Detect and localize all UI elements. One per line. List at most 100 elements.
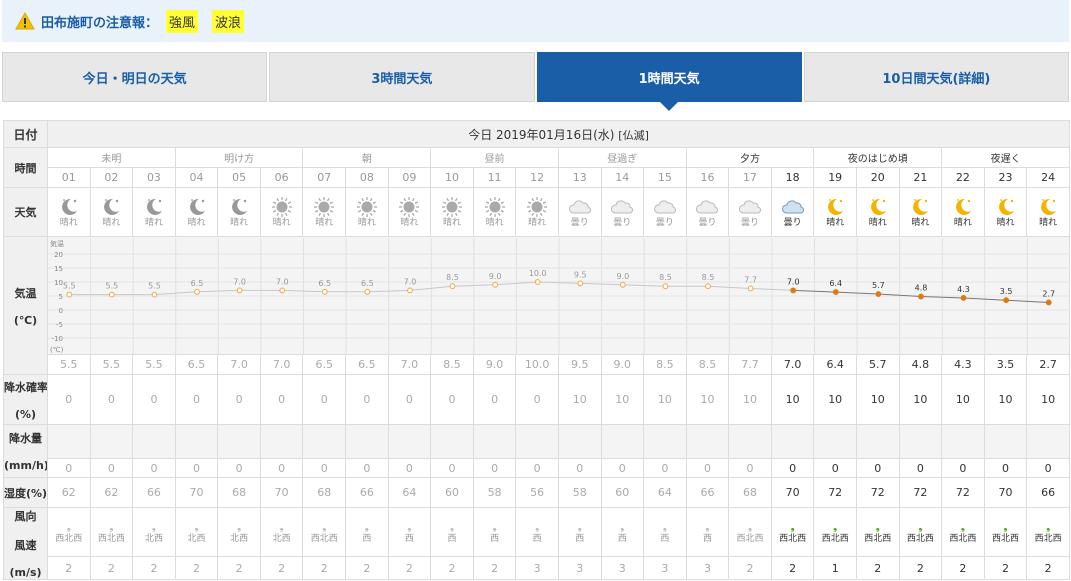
temperature-unit-label: (℃) xyxy=(13,313,38,327)
temperature-data-label: 6.4 xyxy=(829,279,842,288)
wind-cell: ❟ 北西 xyxy=(132,506,176,558)
temperature-value: 3.5 xyxy=(983,354,1028,375)
period-row: 時間 未明 明け方朝昼前 昼過ぎ 夕方 夜のはじめ頃 夜遅く xyxy=(3,147,1071,188)
hour-cell: 05 xyxy=(217,167,261,188)
wind-dir-text: 西 xyxy=(575,533,585,544)
hour-cell: 09 xyxy=(387,167,432,188)
hour-cell: 08 xyxy=(345,167,389,188)
temperature-value: 9.0 xyxy=(600,354,645,375)
wind-speed-value: 2 xyxy=(132,556,176,580)
wind-dir-text: 北西 xyxy=(187,533,206,544)
temperature-value: 9.0 xyxy=(472,354,517,375)
temperature-data-label: 5.5 xyxy=(63,281,76,290)
wind-speed-value: 1 xyxy=(813,556,857,580)
temperature-point xyxy=(875,290,882,297)
precip-value: 0 xyxy=(217,458,261,478)
hour-cell: 17 xyxy=(728,167,772,188)
temperature-point xyxy=(1003,296,1010,303)
pop-value: 0 xyxy=(132,374,176,425)
weather-cell: 曇り xyxy=(557,187,602,237)
humidity-value: 72 xyxy=(941,477,985,508)
temperature-data-label: 7.7 xyxy=(744,275,757,284)
wind-speed-value: 3 xyxy=(557,556,602,580)
y-tick-label: -10 xyxy=(52,335,63,343)
hourly-forecast-table: 日付 今日 2019年01月16日(水) [仏滅] 時間 未明 明け方朝昼前 昼過ぎ… xyxy=(3,120,1071,580)
moon-icon xyxy=(870,198,886,215)
rokuyo-text: [仏滅] xyxy=(618,128,649,142)
temperature-point xyxy=(960,294,967,301)
alert-badge-strong-wind[interactable]: 強風 xyxy=(166,9,199,33)
humidity-value: 70 xyxy=(770,477,815,508)
wind-dir-text: 西 xyxy=(702,533,712,544)
sun-icon xyxy=(441,196,462,217)
hour-cell: 03 xyxy=(132,167,176,188)
pop-value: 10 xyxy=(685,374,730,425)
sun-icon xyxy=(356,196,377,217)
weather-cell: 晴れ xyxy=(515,187,559,237)
pop-value: 0 xyxy=(217,374,261,425)
temperature-value: 5.5 xyxy=(132,354,176,375)
wind-cell: ❟ 北西 xyxy=(217,506,261,558)
wind-label: 風向 風速 (m/s) xyxy=(3,507,48,580)
wind-cell: ❟ 北西 xyxy=(259,506,304,558)
wind-cell: ❟ 西北西 xyxy=(1026,506,1071,558)
humidity-value: 64 xyxy=(387,477,432,508)
y-axis-label: 気温 xyxy=(50,239,64,248)
sun-icon xyxy=(484,196,505,217)
precip-value: 0 xyxy=(47,458,91,478)
wind-cell: ❟ 西北西 xyxy=(728,506,772,558)
precip-bar-cell xyxy=(1026,424,1071,459)
precip-value: 0 xyxy=(89,458,134,478)
hour-cell: 21 xyxy=(898,167,943,188)
period-cell: 朝 xyxy=(302,147,432,168)
temperature-data-label: 8.5 xyxy=(446,273,459,282)
alert-badge-waves[interactable]: 波浪 xyxy=(212,9,245,33)
humidity-value: 70 xyxy=(174,477,219,508)
wind-cell: ❟ 西北西 xyxy=(47,506,91,558)
hour-cell: 22 xyxy=(941,167,985,188)
temperature-point xyxy=(747,285,754,291)
precip-value: 0 xyxy=(345,458,389,478)
precip-bar-cell xyxy=(47,424,91,459)
precip-value: 0 xyxy=(1026,458,1071,478)
wind-arrow-icon: ❟ xyxy=(620,519,625,533)
period-cell: 昼前 xyxy=(430,147,559,168)
wind-dir-text: 西北西 xyxy=(1034,533,1062,544)
tab-1hour[interactable]: 1時間天気 xyxy=(536,52,802,111)
weather-label-text: 曇り xyxy=(741,217,760,228)
wind-speed-value: 2 xyxy=(302,556,347,580)
precip-value: 0 xyxy=(898,458,943,478)
wind-unit-label: (m/s) xyxy=(9,566,42,579)
temperature-value: 8.5 xyxy=(685,354,730,375)
humidity-value: 70 xyxy=(983,477,1028,508)
temperature-value: 6.5 xyxy=(302,354,347,375)
pop-value: 0 xyxy=(47,374,91,425)
temperature-point xyxy=(321,288,328,295)
weather-label-text: 晴れ xyxy=(826,217,845,228)
wind-speed-value: 2 xyxy=(89,556,134,580)
cloud-icon xyxy=(653,199,676,214)
pop-value: 10 xyxy=(600,374,645,425)
wind-arrow-icon: ❟ xyxy=(66,519,71,533)
weather-label-text: 晴れ xyxy=(187,217,206,228)
moon-icon xyxy=(104,198,120,215)
temperature-data-label: 5.5 xyxy=(148,281,161,290)
wind-arrow-icon: ❟ xyxy=(662,519,668,533)
weather-cell: 晴れ xyxy=(430,187,474,237)
temperature-data-label: 6.5 xyxy=(191,278,204,287)
precip-value: 0 xyxy=(259,458,304,478)
cloud-icon xyxy=(696,199,719,214)
y-axis-unit: (℃) xyxy=(50,346,64,354)
precip-label: 降水量 (mm/h) xyxy=(3,424,48,478)
tab-3hour[interactable]: 3時間天気 xyxy=(269,52,535,102)
temperature-value: 6.4 xyxy=(813,354,857,375)
temperature-point xyxy=(364,288,371,295)
temperature-point xyxy=(194,288,200,295)
wind-speed-value: 2 xyxy=(472,556,517,580)
tab-10day[interactable]: 10日間天気(詳細) xyxy=(803,52,1069,102)
wind-cell: ❟ 西北西 xyxy=(813,506,857,558)
tab-today-tomorrow[interactable]: 今日・明日の天気 xyxy=(2,52,268,102)
humidity-value: 60 xyxy=(430,477,474,508)
weather-label-text: 晴れ xyxy=(272,217,291,228)
temperature-value: 7.0 xyxy=(770,354,815,375)
